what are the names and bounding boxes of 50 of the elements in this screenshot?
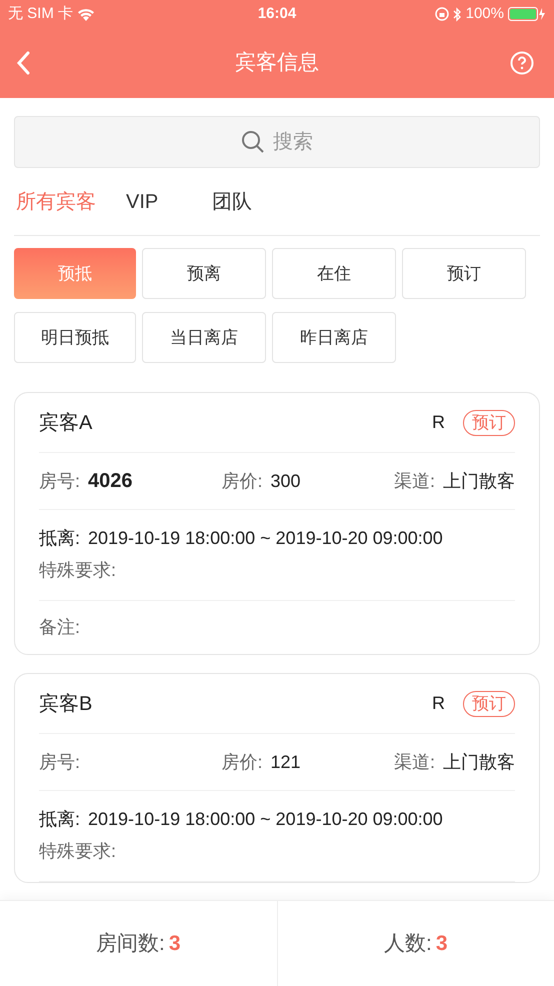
guest-name: 宾客B: [39, 692, 92, 716]
carrier-text: 无 SIM 卡: [8, 4, 74, 24]
search-icon: [241, 130, 265, 154]
room-label: 房号:: [39, 750, 80, 774]
channel-value: 上门散客: [442, 470, 515, 492]
filter-button[interactable]: 在住: [272, 248, 396, 299]
channel-label: 渠道:: [394, 470, 435, 492]
filter-button[interactable]: 预订: [402, 248, 526, 299]
stay-dates: 2019-10-19 18:00:00 ~ 2019-10-20 09:00:00: [88, 808, 443, 830]
summary-label: 人数:: [384, 930, 432, 957]
back-icon: [16, 51, 30, 75]
guest-card[interactable]: 宾客A R 预订 房号: 4026 房价: 300 渠道: 上门散客 抵离: 2019-10-19 18:00:00 ~ 2019-10-20 09:00:00 特殊要求: 备注:: [14, 392, 540, 655]
requests-label: 特殊要求:: [39, 558, 116, 582]
filter-button[interactable]: 当日离店: [142, 312, 266, 363]
channel-label: 渠道:: [394, 750, 435, 774]
price-value: 300: [270, 470, 301, 492]
guest-rank: R: [432, 692, 445, 715]
remarks-label: 备注:: [39, 616, 80, 639]
help-icon: [510, 51, 534, 75]
channel-value: 上门散客: [442, 750, 515, 774]
filter-button[interactable]: 预离: [142, 248, 266, 299]
price-value: 121: [270, 750, 301, 774]
filter-button[interactable]: 昨日离店: [272, 312, 396, 363]
filter-button[interactable]: 明日预抵: [14, 312, 136, 363]
status-tag: 预订: [463, 690, 515, 716]
room-number: 4026: [88, 469, 133, 494]
requests-label: 特殊要求:: [39, 840, 116, 862]
guest-name: 宾客A: [39, 410, 92, 436]
bluetooth-icon: [452, 6, 462, 22]
wifi-icon: [77, 8, 96, 20]
room-label: 房号:: [39, 470, 80, 492]
tab[interactable]: 团队: [212, 186, 268, 216]
status-tag: 预订: [463, 410, 515, 436]
summary-label: 房间数:: [96, 930, 165, 957]
search-placeholder: 搜索: [273, 130, 313, 155]
stay-dates: 2019-10-19 18:00:00 ~ 2019-10-20 09:00:00: [88, 526, 443, 550]
guest-rank: R: [432, 411, 445, 434]
summary-value: 3: [436, 930, 448, 957]
tab[interactable]: VIP: [126, 186, 182, 216]
price-label: 房价:: [221, 750, 262, 774]
stay-label: 抵离:: [39, 808, 80, 830]
price-label: 房价:: [221, 470, 262, 492]
guest-card[interactable]: 宾客B R 预订 房号: 房价: 121 渠道: 上门散客 抵离: 2019-10-19 18:00:00 ~ 2019-10-20 09:00:00 特殊要求:: [14, 673, 540, 883]
stay-label: 抵离:: [39, 526, 80, 550]
summary-value: 3: [168, 930, 181, 957]
page-title: 宾客信息: [235, 50, 319, 76]
rotation-lock-icon: [434, 7, 449, 21]
clock-text: 16:04: [258, 4, 296, 24]
battery-text: 100%: [466, 4, 504, 24]
battery-charging-icon: [508, 7, 546, 21]
